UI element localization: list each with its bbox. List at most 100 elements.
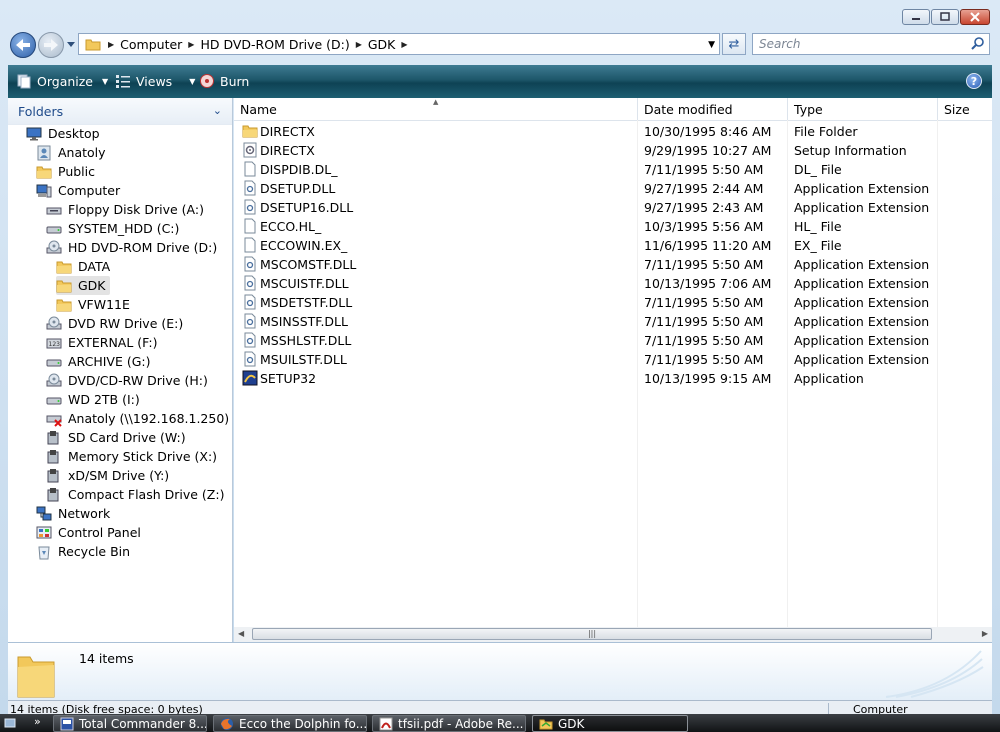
file-row[interactable]: MSDETSTF.DLL 7/11/1995 5:50 AM Application… [234,293,992,312]
explorer-folder-icon [539,719,553,729]
column-type[interactable]: Type [788,98,938,120]
views-button[interactable]: Views ▼ [115,73,195,89]
breadcrumb-separator-icon[interactable]: ▶ [105,40,117,49]
tree-item[interactable]: Anatoly (\\192.168.1.250) (R:) [46,409,255,428]
refresh-button[interactable]: ⇄ [722,33,746,55]
tree-item-label: Anatoly [58,145,106,160]
scrollbar-thumb[interactable]: ||| [252,628,932,640]
column-date-modified[interactable]: Date modified [638,98,788,120]
tree-item-label: Network [58,506,111,521]
burn-button[interactable]: Burn [199,73,249,89]
chevron-down-icon[interactable]: ⌄ [213,104,222,117]
maximize-icon [940,12,950,21]
hard-drive-icon [46,397,62,404]
recent-pages-dropdown-icon[interactable] [66,38,76,50]
chevron-down-icon: ▼ [102,76,109,86]
tree-item[interactable]: Recycle Bin [36,542,130,561]
tree-item[interactable]: SD Card Drive (W:) [46,428,186,447]
column-size[interactable]: Size [938,98,992,120]
tree-item-label: DATA [78,259,111,274]
tree-item[interactable]: Desktop [26,124,100,143]
hard-drive-icon [46,226,62,233]
file-date-modified: 9/27/1995 2:43 AM [644,200,764,215]
scroll-left-icon[interactable]: ◀ [238,629,244,638]
minimize-button[interactable] [902,9,930,25]
search-icon[interactable] [971,36,985,50]
tree-item[interactable]: DVD RW Drive (E:) [46,314,183,333]
breadcrumb-separator-icon[interactable]: ▶ [353,40,365,49]
tree-item[interactable]: xD/SM Drive (Y:) [46,466,169,485]
taskbar-button[interactable]: Total Commander 8... [53,715,207,732]
show-desktop-icon[interactable] [4,717,16,729]
item-count: 14 items [79,651,134,666]
file-row[interactable]: DSETUP.DLL 9/27/1995 2:44 AM Application E… [234,179,992,198]
address-bar[interactable]: ▶ Computer ▶ HD DVD-ROM Drive (D:) ▶ GDK… [78,33,720,55]
breadcrumb-gdk[interactable]: GDK [365,37,399,52]
file-type: Application Extension [794,295,930,310]
tree-item[interactable]: WD 2TB (I:) [46,390,140,409]
taskbar-button-label: tfsii.pdf - Adobe Re... [398,716,524,731]
tree-item[interactable]: Floppy Disk Drive (A:) [46,200,204,219]
tree-item[interactable]: VFW11E [56,295,130,314]
file-row[interactable]: MSCUISTF.DLL 10/13/1995 7:06 AM Applicatio… [234,274,992,293]
tree-item[interactable]: Memory Stick Drive (X:) [46,447,217,466]
search-placeholder: Search [759,37,801,51]
tree-item[interactable]: Network [36,504,110,523]
maximize-button[interactable] [931,9,959,25]
organize-button[interactable]: Organize ▼ [16,73,108,89]
breadcrumb-dvd-drive[interactable]: HD DVD-ROM Drive (D:) [197,37,352,52]
folders-header[interactable]: Folders ⌄ [8,98,232,125]
breadcrumb-computer[interactable]: Computer [117,37,185,52]
tree-item[interactable]: Control Panel [36,523,141,542]
tree-item[interactable]: SYSTEM_HDD (C:) [46,219,179,238]
taskbar-button[interactable]: GDK [532,715,688,732]
forward-button[interactable] [38,32,64,58]
file-row[interactable]: ECCOWIN.EX_ 11/6/1995 11:20 AM EX_ File [234,236,992,255]
tree-item[interactable]: Anatoly [36,143,106,162]
tree-item[interactable]: Compact Flash Drive (Z:) [46,485,224,504]
dll-icon [244,256,256,272]
tree-item[interactable]: 123 EXTERNAL (F:) [46,333,157,352]
breadcrumb-separator-icon[interactable]: ▶ [398,40,410,49]
tree-item[interactable]: GDK [56,276,110,295]
taskbar-button[interactable]: tfsii.pdf - Adobe Re... [372,715,526,732]
search-input[interactable]: Search [752,33,990,55]
quick-launch-more-icon[interactable]: » [34,715,41,728]
file-row[interactable]: MSSHLSTF.DLL 7/11/1995 5:50 AM Application… [234,331,992,350]
taskbar-button[interactable]: Ecco the Dolphin fo... [213,715,367,732]
address-dropdown-icon[interactable]: ▼ [708,40,715,50]
horizontal-scrollbar[interactable]: ◀ ||| ▶ [234,627,992,642]
file-row[interactable]: MSINSSTF.DLL 7/11/1995 5:50 AM Application… [234,312,992,331]
tree-item[interactable]: DVD/CD-RW Drive (H:) [46,371,208,390]
help-button[interactable]: ? [966,73,982,89]
file-row[interactable]: MSUILSTF.DLL 7/11/1995 5:50 AM Application… [234,350,992,369]
file-row[interactable]: ECCO.HL_ 10/3/1995 5:56 AM HL_ File [234,217,992,236]
hard-drive-icon [46,359,62,366]
back-button[interactable] [10,32,36,58]
file-row[interactable]: DISPDIB.DL_ 7/11/1995 5:50 AM DL_ File [234,160,992,179]
help-icon: ? [970,74,978,88]
scroll-right-icon[interactable]: ▶ [982,629,988,638]
file-row[interactable]: MSCOMSTF.DLL 7/11/1995 5:50 AM Application… [234,255,992,274]
breadcrumb-separator-icon[interactable]: ▶ [185,40,197,49]
file-row[interactable]: SETUP32 10/13/1995 9:15 AM Application [234,369,992,388]
taskbar: » Total Commander 8... Ecco the Dolphin f… [0,714,1000,732]
dvd-drive-icon [46,373,62,386]
tree-item-label: Recycle Bin [58,544,131,559]
tree-item[interactable]: ARCHIVE (G:) [46,352,151,371]
control-panel-icon [36,526,52,538]
file-row[interactable]: DSETUP16.DLL 9/27/1995 2:43 AM Application… [234,198,992,217]
file-row[interactable]: DIRECTX 9/29/1995 10:27 AM Setup Informati… [234,141,992,160]
file-icon [244,237,256,253]
tree-item[interactable]: HD DVD-ROM Drive (D:) [46,238,217,257]
close-button[interactable] [960,9,990,25]
tree-item[interactable]: Computer [36,181,120,200]
dll-icon [244,351,256,367]
desktop-icon [26,127,42,140]
tree-item[interactable]: Public [36,162,95,181]
file-type: Application Extension [794,352,930,367]
floppy-drive-icon [46,207,62,214]
file-row[interactable]: DIRECTX 10/30/1995 8:46 AM File Folder [234,122,992,141]
tree-item[interactable]: DATA [56,257,110,276]
total-commander-icon [60,717,74,730]
